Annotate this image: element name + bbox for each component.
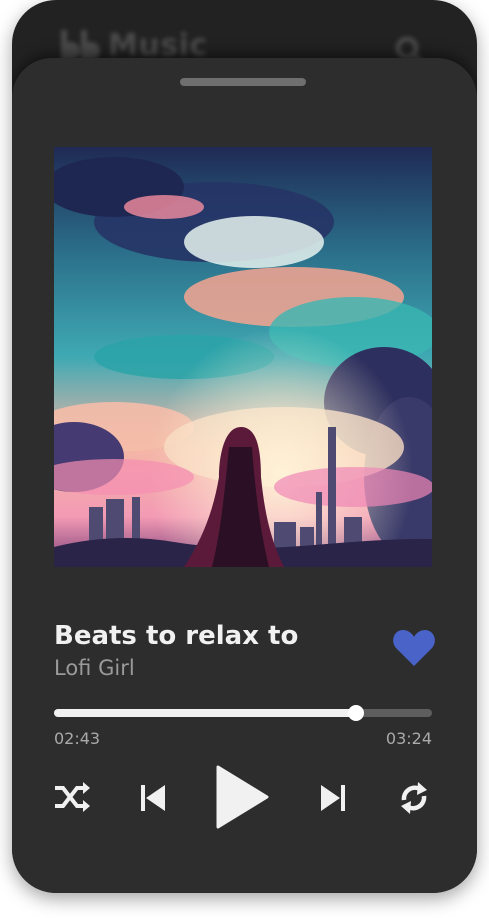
bb-logo-icon [61,30,100,60]
progress-knob[interactable] [348,705,365,721]
album-artwork [54,147,432,567]
repeat-icon[interactable] [396,780,432,816]
heart-icon[interactable] [392,628,436,668]
time-total: 03:24 [385,729,432,748]
phone-frame: Music Beats to relax to Lofi Girl 02:43 … [12,0,477,893]
track-title: Beats to relax to [54,621,299,651]
sheet-drag-handle[interactable] [180,78,306,86]
skip-previous-icon[interactable] [140,784,166,812]
now-playing-sheet: Beats to relax to Lofi Girl 02:43 03:24 [12,58,477,893]
time-elapsed: 02:43 [54,729,101,748]
skip-next-icon[interactable] [320,784,346,812]
progress-slider[interactable] [54,703,432,723]
shuffle-icon[interactable] [53,780,91,814]
progress-fill [54,709,357,717]
track-artist[interactable]: Lofi Girl [54,656,135,680]
play-icon[interactable] [215,765,269,829]
